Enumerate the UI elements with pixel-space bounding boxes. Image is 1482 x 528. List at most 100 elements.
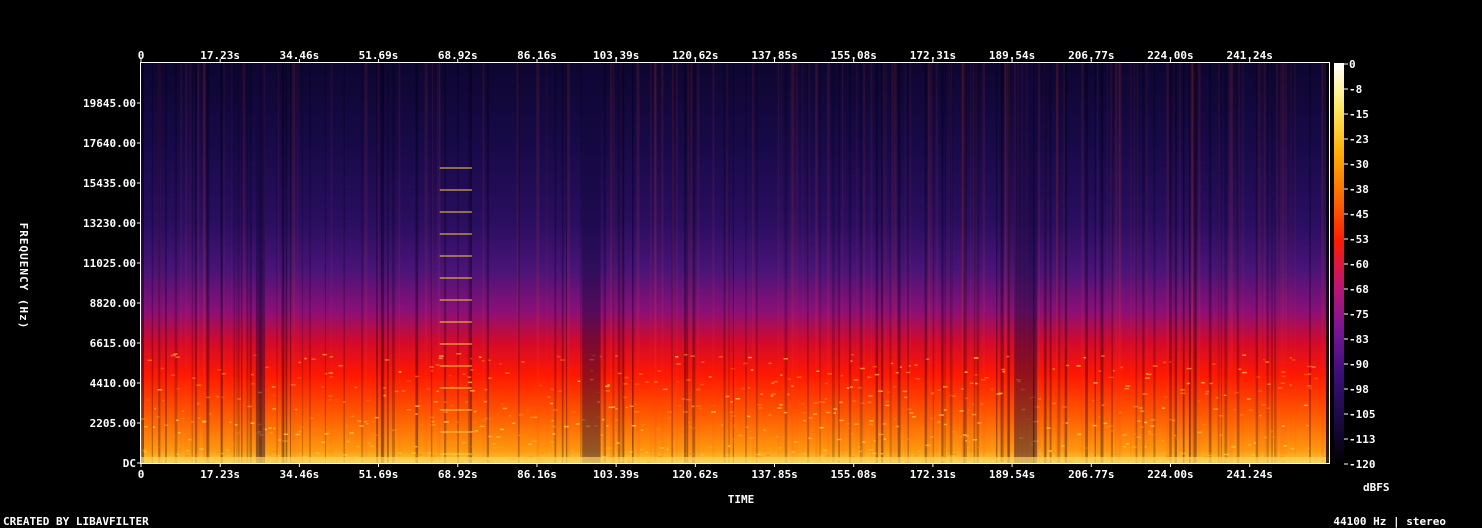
spectrogram-speckle: [836, 438, 842, 441]
spectrogram-speckle: [818, 401, 823, 403]
spectrogram-speckle: [1148, 431, 1151, 433]
spectrogram-speckle: [328, 431, 333, 433]
spectrogram-speckle: [278, 439, 281, 441]
spectrogram-speckle: [354, 386, 358, 389]
spectrogram-streak: [1153, 63, 1156, 463]
spectrogram-speckle: [321, 441, 326, 444]
spectrogram-streak: [654, 63, 657, 463]
spectrogram-speckle: [791, 385, 794, 388]
spectrogram-streak: [885, 63, 887, 463]
colorbar-tick-label: -98: [1349, 383, 1369, 396]
x-tick-label-top: 224.00s: [1147, 49, 1193, 62]
spectrogram-speckle: [571, 411, 576, 413]
spectrogram-speckle: [1098, 416, 1101, 419]
tone-line: [439, 431, 472, 433]
spectrogram-streak: [309, 63, 311, 463]
spectrogram-speckle: [358, 425, 364, 427]
x-tick-label-bottom: 68.92s: [438, 468, 478, 481]
spectrogram-speckle: [1076, 433, 1080, 436]
colorbar-tick-label: -90: [1349, 358, 1369, 371]
spectrogram-streak: [755, 63, 758, 463]
spectrogram-speckle: [850, 353, 855, 356]
spectrogram-speckle: [324, 372, 328, 375]
spectrogram-speckle: [899, 366, 902, 368]
spectrogram-speckle: [250, 422, 255, 424]
spectrogram-speckle: [575, 423, 580, 425]
colorbar: 0 -8 -15 -23 -30 -38 -45 -53 -60 -68 -75 -83 -90 -98 -…: [1334, 58, 1390, 494]
spectrogram-speckle: [1062, 406, 1068, 408]
y-tick-label: 15435.00: [83, 177, 136, 190]
spectrogram-speckle: [730, 367, 735, 370]
spectrogram-speckle: [791, 451, 795, 453]
spectrogram-speckle: [527, 437, 531, 439]
spectrogram-streak: [174, 63, 178, 463]
spectrogram-speckle: [1179, 448, 1184, 450]
spectrogram-speckle: [850, 360, 853, 362]
footer-audio-info: 44100 Hz | stereo: [1333, 515, 1446, 528]
spectrogram-speckle: [895, 371, 899, 374]
spectrogram-streak: [415, 63, 419, 463]
spectrogram-streak: [545, 63, 548, 463]
spectrogram-speckle: [152, 426, 156, 428]
spectrogram-speckle: [1068, 449, 1071, 452]
spectrogram-speckle: [1124, 387, 1129, 390]
spectrogram-speckle: [420, 424, 424, 427]
spectrogram-streak: [194, 63, 198, 463]
spectrogram-speckle: [176, 453, 180, 455]
spectrogram-speckle: [356, 420, 362, 422]
spectrogram-streak: [380, 63, 382, 463]
spectrogram-speckle: [162, 399, 165, 402]
spectrogram-speckle: [191, 421, 194, 423]
spectrogram-speckle: [147, 359, 152, 362]
spectrogram-speckle: [852, 438, 856, 441]
spectrogram-speckle: [533, 416, 538, 419]
x-tick-label-bottom: 172.31s: [910, 468, 956, 481]
spectrogram-speckle: [748, 356, 752, 359]
spectrogram-speckle: [796, 376, 802, 378]
spectrogram-speckle: [678, 404, 681, 407]
spectrogram-speckle: [438, 355, 444, 357]
x-tick-label-top: 155.08s: [831, 49, 877, 62]
spectrogram-speckle: [952, 453, 957, 456]
end-column: [1326, 63, 1329, 463]
spectrogram-streak: [976, 63, 980, 463]
spectrogram-speckle: [557, 441, 562, 443]
spectrogram-streak: [1118, 63, 1121, 463]
spectrogram-speckle: [371, 420, 376, 423]
spectrogram-streak: [617, 63, 621, 463]
spectrogram-streak: [1266, 63, 1269, 463]
spectrogram-speckle: [779, 403, 783, 406]
spectrogram-speckle: [297, 449, 303, 452]
spectrogram-speckle: [733, 424, 737, 426]
spectrogram-streak: [1193, 63, 1196, 463]
spectrogram-speckle: [470, 369, 474, 371]
spectrogram-speckle: [197, 402, 200, 405]
spectrogram-speckle: [550, 388, 554, 391]
spectrogram-speckle: [827, 373, 832, 375]
spectrogram-speckle: [925, 358, 930, 360]
spectrogram-speckle: [894, 418, 897, 420]
spectrogram-speckle: [345, 425, 348, 427]
x-tick-label-bottom: 241.24s: [1226, 468, 1272, 481]
spectrogram-speckle: [443, 401, 447, 403]
spectrogram-speckle: [351, 435, 356, 438]
spectrogram-speckle: [680, 434, 685, 436]
spectrogram-speckle: [1179, 389, 1185, 391]
spectrogram-speckle: [481, 440, 485, 443]
spectrogram-speckle: [1140, 410, 1145, 412]
spectrogram-speckle: [730, 401, 733, 403]
spectrogram-band: [1014, 63, 1038, 463]
spectrogram-speckle: [571, 450, 574, 452]
spectrogram-speckle: [732, 439, 735, 441]
spectrogram-speckle: [366, 423, 369, 425]
spectrogram-speckle: [495, 436, 501, 438]
spectrogram-speckle: [415, 405, 420, 407]
spectrogram-speckle: [481, 360, 485, 362]
spectrogram-speckle: [853, 379, 859, 381]
spectrogram-streak: [621, 63, 624, 463]
spectrogram-streak: [443, 63, 447, 463]
spectrogram-speckle: [272, 394, 276, 397]
spectrogram-speckle: [781, 437, 785, 440]
spectrogram-streak: [1294, 63, 1296, 463]
spectrogram-speckle: [727, 445, 731, 448]
